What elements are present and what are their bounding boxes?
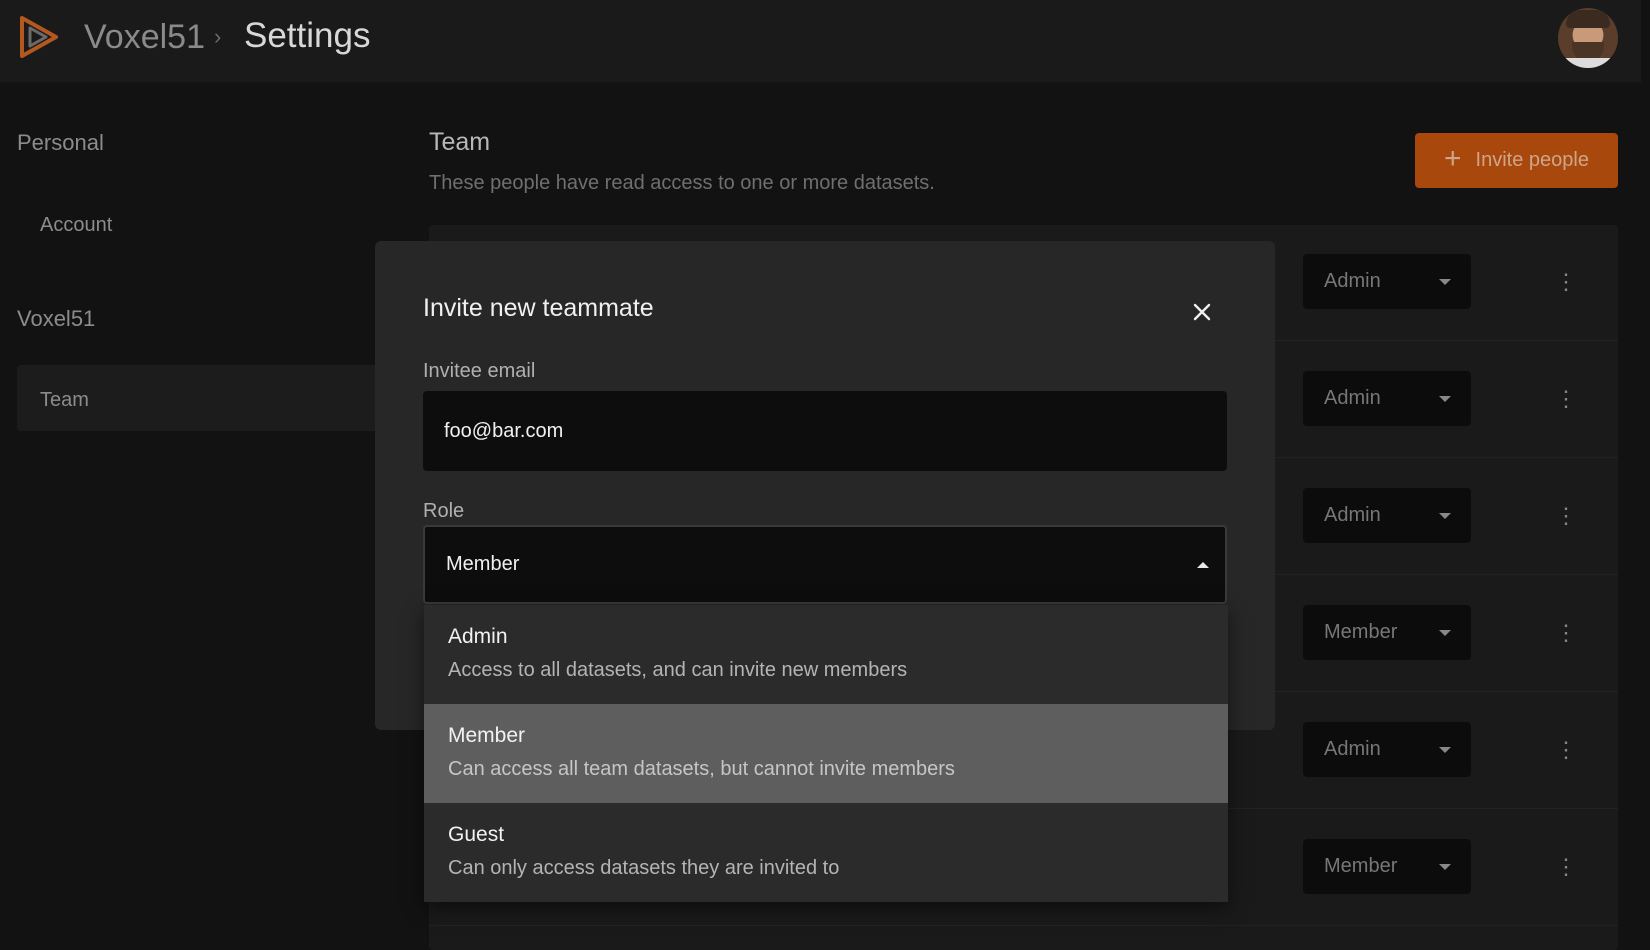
role-option-name: Admin bbox=[448, 625, 508, 648]
row-divider bbox=[429, 925, 1618, 926]
row-role-select[interactable]: Member bbox=[1303, 605, 1471, 660]
more-vert-icon[interactable]: ⋮ bbox=[1555, 856, 1577, 878]
section-title: Team bbox=[429, 128, 491, 156]
role-option-description: Can only access datasets they are invite… bbox=[448, 857, 840, 879]
row-role-value: Admin bbox=[1324, 387, 1381, 409]
row-role-value: Admin bbox=[1324, 270, 1381, 292]
voxel51-logo-icon[interactable] bbox=[16, 14, 62, 60]
caret-down-icon bbox=[1439, 396, 1451, 402]
email-field[interactable]: foo@bar.com bbox=[423, 391, 1227, 471]
role-option-name: Guest bbox=[448, 823, 505, 846]
caret-down-icon bbox=[1439, 630, 1451, 636]
role-option-admin[interactable]: Admin Access to all datasets, and can in… bbox=[424, 605, 1228, 704]
role-option-member[interactable]: Member Can access all team datasets, but… bbox=[424, 704, 1228, 803]
role-select-value: Member bbox=[446, 553, 520, 575]
sidebar-heading-org: Voxel51 bbox=[17, 306, 96, 331]
role-option-guest[interactable]: Guest Can only access datasets they are … bbox=[424, 803, 1228, 902]
page-title: Settings bbox=[244, 16, 371, 55]
row-role-select[interactable]: Admin bbox=[1303, 254, 1471, 309]
top-bar: Voxel51 › Settings bbox=[0, 0, 1641, 82]
row-role-select[interactable]: Admin bbox=[1303, 371, 1471, 426]
modal-title: Invite new teammate bbox=[423, 294, 654, 322]
role-option-description: Can access all team datasets, but cannot… bbox=[448, 758, 955, 780]
caret-up-icon bbox=[1197, 562, 1209, 568]
section-subtitle: These people have read access to one or … bbox=[429, 172, 935, 194]
role-option-description: Access to all datasets, and can invite n… bbox=[448, 659, 908, 681]
sidebar-item-account[interactable]: Account bbox=[40, 214, 112, 237]
sidebar-item-team-label: Team bbox=[40, 389, 89, 411]
avatar[interactable] bbox=[1558, 8, 1618, 68]
sidebar-heading-personal: Personal bbox=[17, 130, 104, 155]
email-field-value: foo@bar.com bbox=[444, 419, 564, 442]
more-vert-icon[interactable]: ⋮ bbox=[1555, 739, 1577, 761]
row-role-value: Admin bbox=[1324, 738, 1381, 760]
email-field-label: Invitee email bbox=[423, 360, 536, 382]
breadcrumb-org[interactable]: Voxel51 bbox=[84, 18, 205, 57]
more-vert-icon[interactable]: ⋮ bbox=[1555, 622, 1577, 644]
row-role-select[interactable]: Admin bbox=[1303, 722, 1471, 777]
close-icon[interactable] bbox=[1190, 300, 1214, 324]
invite-people-button[interactable]: + Invite people bbox=[1415, 133, 1618, 188]
more-vert-icon[interactable]: ⋮ bbox=[1555, 505, 1577, 527]
more-vert-icon[interactable]: ⋮ bbox=[1555, 271, 1577, 293]
more-vert-icon[interactable]: ⋮ bbox=[1555, 388, 1577, 410]
role-field-label: Role bbox=[423, 500, 465, 522]
row-role-value: Member bbox=[1324, 855, 1398, 877]
chevron-right-icon: › bbox=[214, 24, 222, 49]
role-option-name: Member bbox=[448, 724, 526, 747]
invite-people-label: Invite people bbox=[1475, 149, 1589, 171]
caret-down-icon bbox=[1439, 513, 1451, 519]
row-role-value: Member bbox=[1324, 621, 1398, 643]
row-role-value: Admin bbox=[1324, 504, 1381, 526]
role-dropdown-menu: Admin Access to all datasets, and can in… bbox=[424, 605, 1228, 902]
role-select[interactable]: Member bbox=[423, 525, 1227, 604]
plus-icon: + bbox=[1444, 142, 1462, 175]
caret-down-icon bbox=[1439, 747, 1451, 753]
caret-down-icon bbox=[1439, 864, 1451, 870]
row-role-select[interactable]: Member bbox=[1303, 839, 1471, 894]
caret-down-icon bbox=[1439, 279, 1451, 285]
row-role-select[interactable]: Admin bbox=[1303, 488, 1471, 543]
